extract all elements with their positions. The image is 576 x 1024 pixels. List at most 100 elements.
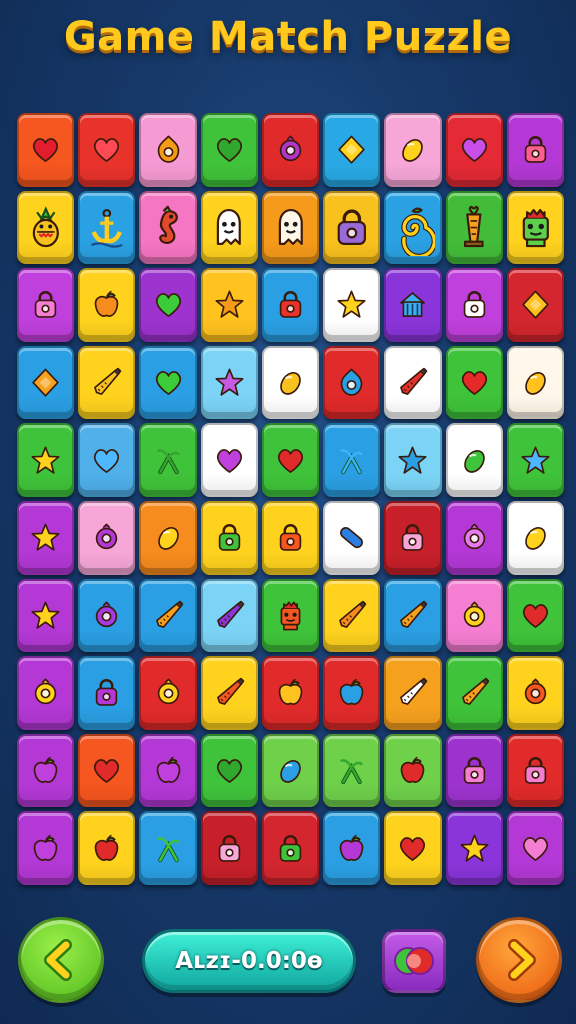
tile-lock[interactable] <box>17 268 75 342</box>
tile-diamond[interactable] <box>323 113 381 187</box>
tile-heart[interactable] <box>506 578 564 653</box>
tile-heart[interactable] <box>200 733 258 808</box>
tile-star[interactable] <box>17 578 75 653</box>
next-button[interactable] <box>476 917 562 1003</box>
tile-lock[interactable] <box>445 733 503 808</box>
tile-ring[interactable] <box>17 656 75 730</box>
tile-carrot[interactable] <box>445 656 503 730</box>
swap-button[interactable] <box>382 929 446 993</box>
tile-robot[interactable] <box>506 190 564 265</box>
carrot-icon <box>400 678 428 706</box>
tile-ring[interactable] <box>78 578 136 653</box>
tile-anchor[interactable] <box>78 190 136 265</box>
tile-star[interactable] <box>17 500 75 575</box>
tile-apple[interactable] <box>323 811 381 885</box>
tile-lock[interactable] <box>200 500 258 575</box>
tile-heart[interactable] <box>200 423 258 497</box>
tile-ring[interactable] <box>78 500 136 575</box>
tile-carrot[interactable] <box>200 656 258 730</box>
tile-carrot[interactable] <box>384 345 442 420</box>
tile-ring[interactable] <box>506 656 564 730</box>
tile-robot[interactable] <box>261 578 320 653</box>
tile-star[interactable] <box>506 423 564 497</box>
tile-lemon[interactable] <box>506 345 564 420</box>
tile-apple[interactable] <box>384 733 442 808</box>
tile-lock[interactable] <box>384 500 442 575</box>
tile-apple[interactable] <box>261 656 320 730</box>
tile-heart[interactable] <box>200 113 258 187</box>
tile-star[interactable] <box>323 268 381 342</box>
tile-carrot[interactable] <box>384 578 442 653</box>
tile-star[interactable] <box>445 811 503 885</box>
tile-ring[interactable] <box>261 113 320 187</box>
tile-lock[interactable] <box>445 268 503 342</box>
tile-ghost[interactable] <box>261 190 320 265</box>
lock-icon <box>463 756 485 784</box>
tile-pineapple[interactable] <box>17 190 75 265</box>
tile-lemon[interactable] <box>384 113 442 187</box>
tile-ghost[interactable] <box>200 190 258 265</box>
lock-icon <box>279 524 302 551</box>
diamond-icon <box>32 368 59 397</box>
tile-heart[interactable] <box>261 423 320 497</box>
tile-heart[interactable] <box>17 113 75 187</box>
tile-seahorse[interactable] <box>139 190 197 265</box>
tile-carrot[interactable] <box>200 578 258 653</box>
tile-heart[interactable] <box>78 423 136 497</box>
tile-apple[interactable] <box>78 811 136 885</box>
tile-heart[interactable] <box>445 345 503 420</box>
tile-lock[interactable] <box>261 500 320 575</box>
tile-apple[interactable] <box>17 733 75 808</box>
tile-lemon[interactable] <box>261 733 320 808</box>
tile-apple[interactable] <box>139 733 197 808</box>
tile-lock[interactable] <box>200 811 258 885</box>
tile-apple[interactable] <box>78 268 136 342</box>
star-icon <box>31 446 60 474</box>
tile-heart[interactable] <box>506 811 564 885</box>
tile-lemon[interactable] <box>261 345 320 420</box>
tile-heart[interactable] <box>139 345 197 420</box>
tile-carrot[interactable] <box>78 345 136 420</box>
tile-diamond[interactable] <box>506 268 564 342</box>
tile-lock[interactable] <box>506 113 564 187</box>
tile-star[interactable] <box>200 268 258 342</box>
tile-carrot[interactable] <box>384 656 442 730</box>
tile-ring-flame[interactable] <box>139 113 197 187</box>
tile-star[interactable] <box>384 423 442 497</box>
tile-heart[interactable] <box>445 113 503 187</box>
tile-apple[interactable] <box>323 656 381 730</box>
tile-carrot[interactable] <box>323 578 381 653</box>
tile-heart[interactable] <box>384 811 442 885</box>
tile-star[interactable] <box>17 423 75 497</box>
tile-ring[interactable] <box>139 656 197 730</box>
tile-lock[interactable] <box>261 268 320 342</box>
tile-ring[interactable] <box>445 578 503 653</box>
tile-apple[interactable] <box>17 811 75 885</box>
tile-diamond[interactable] <box>17 345 75 420</box>
tile-star[interactable] <box>200 345 258 420</box>
tile-lemon[interactable] <box>506 500 564 575</box>
tile-carrot[interactable] <box>139 578 197 653</box>
back-button[interactable] <box>18 917 104 1003</box>
tile-spiral[interactable] <box>384 190 442 265</box>
tile-sprout[interactable] <box>323 423 381 497</box>
tile-house[interactable] <box>384 268 442 342</box>
tile-ring-flame[interactable] <box>323 345 381 420</box>
tile-torch[interactable] <box>445 190 503 265</box>
tile-lock[interactable] <box>78 656 136 730</box>
tile-pill[interactable] <box>323 500 381 575</box>
tile-lemon[interactable] <box>445 423 503 497</box>
tile-lemon[interactable] <box>139 500 197 575</box>
tile-lock[interactable] <box>506 733 564 808</box>
tile-sprout[interactable] <box>139 811 197 885</box>
tile-heart[interactable] <box>139 268 197 342</box>
tile-lock[interactable] <box>261 811 320 885</box>
tile-heart[interactable] <box>78 733 136 808</box>
game-board <box>17 113 564 885</box>
tile-sprout[interactable] <box>139 423 197 497</box>
tile-ring[interactable] <box>445 500 503 575</box>
tile-heart[interactable] <box>78 113 136 187</box>
tile-sprout[interactable] <box>323 733 381 808</box>
ring-flame-icon <box>157 135 179 163</box>
tile-lock[interactable] <box>323 190 381 265</box>
